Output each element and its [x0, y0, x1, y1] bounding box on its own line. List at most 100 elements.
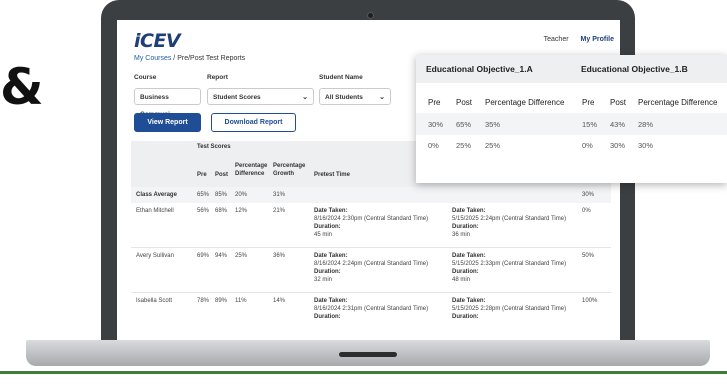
row-growth: 36% [273, 253, 286, 259]
col-pct-diff-line2: Difference [235, 171, 265, 177]
date-taken-label: Date Taken: [314, 298, 348, 304]
col-pct-diff: Percentage Difference [235, 162, 267, 178]
date-taken-label: Date Taken: [314, 208, 348, 214]
pretest-date: 8/16/2024 2:24pm (Central Standard Time) [314, 261, 429, 267]
top-nav: Teacher My Profile [532, 36, 614, 43]
obj-a-post: 25% [456, 141, 472, 150]
course-select[interactable]: Business Communi [134, 88, 201, 118]
class-average-label: Class Average [136, 192, 177, 198]
pretest-duration: 32 min [314, 277, 333, 283]
obj-b-col-post: Post [610, 98, 627, 107]
obj-a-pre: 30% [428, 120, 444, 129]
ampersand-glyph: & [0, 58, 44, 116]
obj-b-pre: 0% [582, 141, 593, 150]
duration-label: Duration: [314, 224, 341, 230]
student-name: Avery Sullivan [136, 253, 174, 259]
obj-a-col-diff: Percentage Difference [485, 98, 565, 107]
posttest-duration: 48 min [452, 277, 471, 283]
row-divider [131, 292, 611, 293]
laptop-notch [339, 352, 397, 357]
date-taken-label: Date Taken: [452, 253, 486, 259]
row-divider [131, 247, 611, 248]
row-post: 94% [215, 253, 228, 259]
breadcrumb-my-courses[interactable]: My Courses [134, 55, 171, 62]
icev-logo[interactable]: iCEV [134, 30, 181, 52]
posttest-details: Date Taken: 5/15/2025 2:24pm (Central St… [452, 207, 566, 239]
row-diff: 12% [235, 208, 248, 214]
row-pre: 78% [197, 298, 210, 304]
ground-line [0, 371, 727, 374]
date-taken-label: Date Taken: [452, 208, 486, 214]
row-growth: 14% [273, 298, 286, 304]
class-average-diff: 20% [235, 192, 248, 198]
col-pct-growth-line2: Growth [273, 171, 294, 177]
obj-a-col-post: Post [456, 98, 473, 107]
col-pct-growth-line1: Percentage [273, 163, 306, 169]
obj-b-pre: 15% [582, 120, 598, 129]
objective-a-title: Educational Objective_1.A [426, 64, 533, 74]
posttest-date: 5/15/2025 2:28pm (Central Standard Time) [452, 306, 567, 312]
row-pre: 56% [197, 208, 210, 214]
pretest-date: 8/16/2024 2:31pm (Central Standard Time) [314, 306, 429, 312]
objective-b-title: Educational Objective_1.B [581, 64, 688, 74]
col-post: Post [215, 172, 229, 178]
report-select[interactable]: Student Scores ⌄ [207, 88, 314, 105]
camera-dot [367, 12, 374, 19]
col-pct-diff-line1: Percentage [235, 163, 268, 169]
teacher-link[interactable]: Teacher [544, 36, 569, 43]
class-average-growth: 31% [273, 192, 286, 198]
obj-a-col-pre: Pre [428, 98, 441, 107]
row-pre: 69% [197, 253, 210, 259]
report-label: Report [207, 74, 228, 81]
student-name: Isabella Scott [136, 298, 173, 304]
test-scores-header: Test Scores [197, 144, 231, 150]
duration-label: Duration: [314, 314, 341, 320]
course-label: Course [134, 74, 157, 81]
row-right-value: 50% [582, 253, 595, 259]
obj-a-post: 65% [456, 120, 472, 129]
duration-label: Duration: [452, 314, 479, 320]
duration-label: Duration: [314, 269, 341, 275]
student-name: Ethan Mitchell [136, 208, 174, 214]
class-average-post: 85% [215, 192, 228, 198]
row-right-value: 100% [582, 298, 598, 304]
breadcrumb: My Courses / Pre/Post Test Reports [134, 55, 245, 62]
duration-label: Duration: [452, 269, 479, 275]
row-post: 89% [215, 298, 228, 304]
posttest-details: Date Taken: 5/15/2025 2:28pm (Central St… [452, 297, 566, 321]
class-average-right: 30% [582, 192, 595, 198]
chevron-down-icon: ⌄ [379, 94, 385, 101]
breadcrumb-current: Pre/Post Test Reports [177, 55, 246, 62]
obj-b-diff: 30% [638, 141, 654, 150]
duration-label: Duration: [452, 224, 479, 230]
col-pct-growth: Percentage Growth [273, 162, 305, 178]
row-right-value: 0% [582, 208, 591, 214]
pretest-details: Date Taken: 8/16/2024 2:30pm (Central St… [314, 207, 428, 239]
obj-b-col-diff: Percentage Difference [638, 98, 718, 107]
posttest-details: Date Taken: 5/15/2025 2:33pm (Central St… [452, 252, 566, 284]
obj-b-diff: 28% [638, 120, 654, 129]
view-report-button[interactable]: View Report [134, 113, 201, 132]
pretest-date: 8/16/2024 2:30pm (Central Standard Time) [314, 216, 429, 222]
obj-b-post: 30% [610, 141, 626, 150]
row-diff: 11% [235, 298, 247, 304]
row-diff: 25% [235, 253, 248, 259]
pretest-duration: 45 min [314, 232, 333, 238]
report-select-value: Student Scores [213, 94, 261, 101]
col-pretest-time: Pretest Time [314, 172, 350, 178]
obj-a-diff: 35% [485, 120, 501, 129]
pretest-details: Date Taken: 8/16/2024 2:24pm (Central St… [314, 252, 428, 284]
pretest-details: Date Taken: 8/16/2024 2:31pm (Central St… [314, 297, 428, 321]
date-taken-label: Date Taken: [314, 253, 348, 259]
class-average-pre: 65% [197, 192, 210, 198]
my-profile-link[interactable]: My Profile [581, 36, 614, 43]
posttest-date: 5/15/2025 2:24pm (Central Standard Time) [452, 216, 567, 222]
student-name-label: Student Name [319, 74, 363, 81]
row-growth: 21% [273, 208, 286, 214]
obj-b-post: 43% [610, 120, 626, 129]
student-select-value: All Students [325, 94, 363, 101]
row-post: 68% [215, 208, 228, 214]
download-report-button[interactable]: Download Report [211, 113, 296, 132]
obj-b-col-pre: Pre [582, 98, 595, 107]
student-select[interactable]: All Students ⌄ [319, 88, 391, 105]
